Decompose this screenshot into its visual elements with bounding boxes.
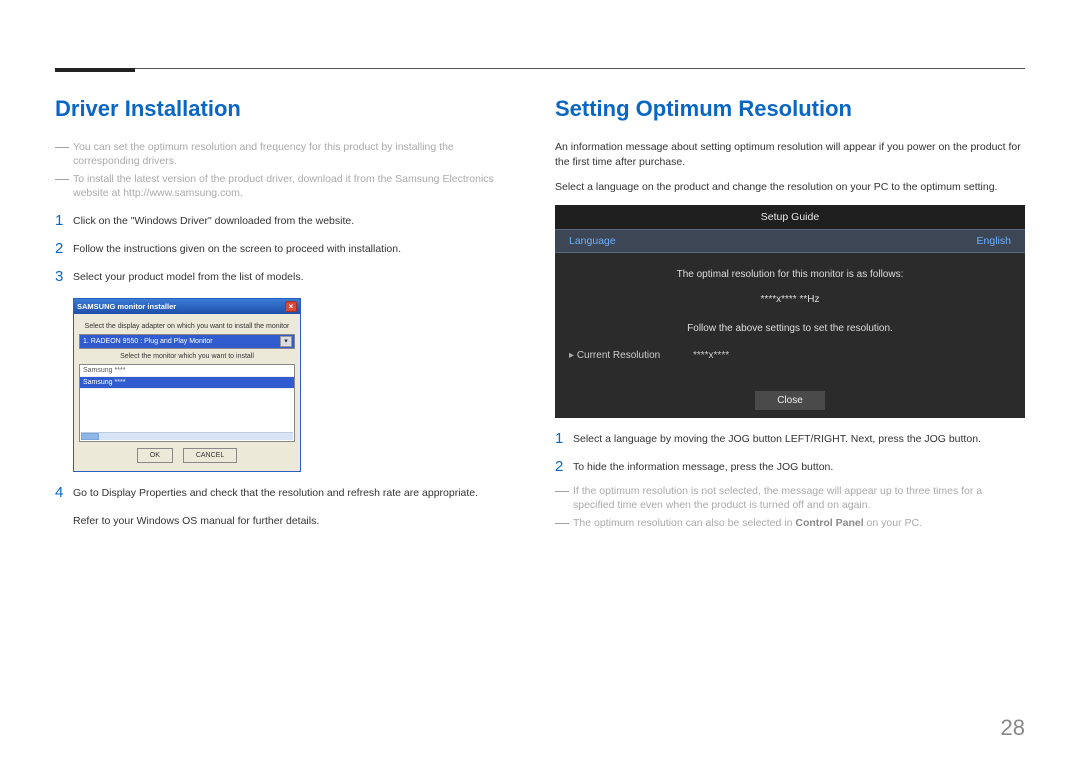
osd-language-value: English — [977, 235, 1011, 247]
note-item: ― If the optimum resolution is not selec… — [555, 484, 1025, 512]
refer-text: Refer to your Windows OS manual for furt… — [73, 514, 513, 528]
step-text: Select a language by moving the JOG butt… — [573, 432, 1025, 446]
step-number: 2 — [55, 242, 73, 256]
note-text: To install the latest version of the pro… — [73, 172, 513, 200]
osd-current-resolution-row: Current Resolution ****x**** — [569, 350, 1011, 361]
step-number: 4 — [55, 486, 73, 500]
horizontal-scrollbar[interactable] — [81, 432, 293, 440]
step-text: Select your product model from the list … — [73, 270, 513, 284]
heading-setting-optimum-resolution: Setting Optimum Resolution — [555, 96, 1025, 122]
step-number: 2 — [555, 460, 573, 474]
ok-button[interactable]: OK — [137, 448, 173, 463]
intro-paragraph-2: Select a language on the product and cha… — [555, 180, 1025, 195]
dash-icon: ― — [55, 140, 73, 152]
dash-icon: ― — [555, 484, 573, 496]
step-1: 1 Click on the "Windows Driver" download… — [55, 214, 513, 228]
note-item: ― You can set the optimum resolution and… — [55, 140, 513, 168]
list-item[interactable]: Samsung **** — [80, 365, 294, 377]
osd-language-row[interactable]: Language English — [555, 229, 1025, 253]
installer-titlebar: SAMSUNG monitor installer × — [74, 299, 300, 314]
step-text: Click on the "Windows Driver" downloaded… — [73, 214, 513, 228]
list-item-selected[interactable]: Samsung **** — [80, 377, 294, 389]
note-item: ― To install the latest version of the p… — [55, 172, 513, 200]
dash-icon: ― — [55, 172, 73, 184]
osd-current-resolution-label: Current Resolution — [569, 350, 660, 361]
installer-dialog: SAMSUNG monitor installer × Select the d… — [73, 298, 301, 472]
right-column: Setting Optimum Resolution An informatio… — [555, 96, 1025, 534]
close-icon[interactable]: × — [285, 301, 297, 312]
installer-prompt-monitor: Select the monitor which you want to ins… — [79, 352, 295, 361]
osd-info-line: The optimal resolution for this monitor … — [569, 269, 1011, 280]
step-number: 1 — [55, 214, 73, 228]
right-step-1: 1 Select a language by moving the JOG bu… — [555, 432, 1025, 446]
step-number: 1 — [555, 432, 573, 446]
left-column: Driver Installation ― You can set the op… — [55, 96, 513, 534]
installer-title: SAMSUNG monitor installer — [77, 302, 176, 311]
note-text: If the optimum resolution is not selecte… — [573, 484, 1025, 512]
heading-driver-installation: Driver Installation — [55, 96, 513, 122]
note-text: The optimum resolution can also be selec… — [573, 516, 1025, 530]
page-number: 28 — [1001, 715, 1025, 741]
monitor-listbox[interactable]: Samsung **** Samsung **** — [79, 364, 295, 442]
refer-line: Refer to your Windows OS manual for furt… — [55, 514, 513, 528]
osd-current-resolution-value: ****x**** — [693, 350, 729, 361]
header-rule — [55, 68, 1025, 69]
installer-body: Select the display adapter on which you … — [74, 314, 300, 471]
note-item: ― The optimum resolution can also be sel… — [555, 516, 1025, 530]
osd-close-button[interactable]: Close — [755, 391, 825, 410]
dash-icon: ― — [555, 516, 573, 528]
osd-title: Setup Guide — [555, 205, 1025, 229]
note-text: You can set the optimum resolution and f… — [73, 140, 513, 168]
step-text: Follow the instructions given on the scr… — [73, 242, 513, 256]
cancel-button[interactable]: CANCEL — [183, 448, 237, 463]
scrollbar-thumb[interactable] — [81, 433, 99, 440]
step-text: To hide the information message, press t… — [573, 460, 1025, 474]
osd-language-label: Language — [569, 235, 616, 247]
right-step-2: 2 To hide the information message, press… — [555, 460, 1025, 474]
step-number: 3 — [55, 270, 73, 284]
osd-panel: Setup Guide Language English The optimal… — [555, 205, 1025, 418]
step-4: 4 Go to Display Properties and check tha… — [55, 486, 513, 500]
adapter-combobox[interactable]: 1. RADEON 9550 : Plug and Play Monitor — [79, 334, 295, 349]
step-text: Go to Display Properties and check that … — [73, 486, 513, 500]
step-3: 3 Select your product model from the lis… — [55, 270, 513, 284]
osd-follow-line: Follow the above settings to set the res… — [569, 323, 1011, 334]
installer-prompt-adapter: Select the display adapter on which you … — [79, 322, 295, 331]
step-2: 2 Follow the instructions given on the s… — [55, 242, 513, 256]
intro-paragraph-1: An information message about setting opt… — [555, 140, 1025, 170]
header-rule-thick — [55, 68, 135, 72]
osd-optimal-resolution: ****x**** **Hz — [569, 294, 1011, 305]
